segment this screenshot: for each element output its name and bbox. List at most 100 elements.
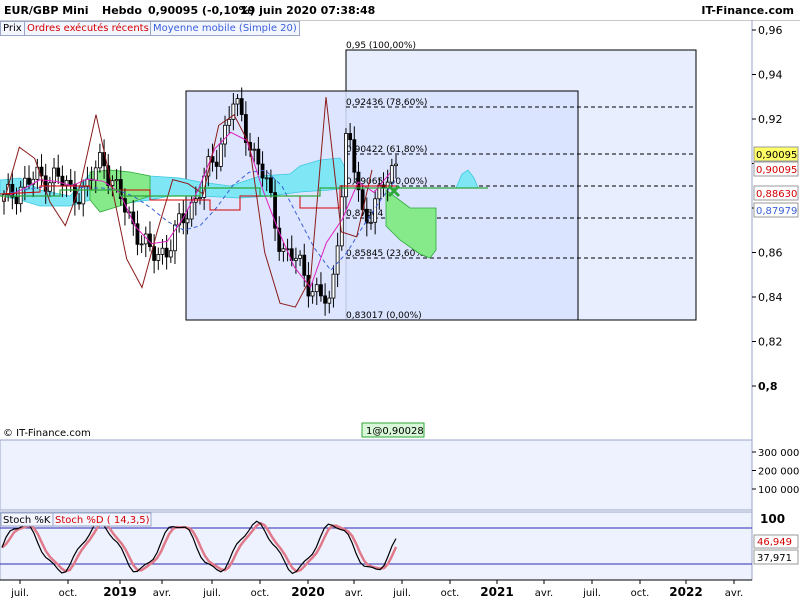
candle-body — [268, 177, 273, 193]
time-axis-label: avr. — [345, 588, 363, 599]
time-axis: juil. oct. 2019 avr. juil. oct. 2020 avr. juil. o… — [0, 579, 752, 599]
candle-body — [47, 182, 52, 192]
candle-body — [10, 183, 15, 198]
candle-body — [93, 167, 98, 181]
chart-canvas[interactable]: 0,95 (100,00%) 0,92436 (78,60%) 0,90422 (6… — [0, 0, 800, 600]
time-axis-label: oct. — [59, 588, 78, 599]
time-axis-label: avr. — [153, 588, 171, 599]
candle-body — [344, 133, 348, 198]
candle-body — [323, 295, 328, 304]
price-axis-label: 0,92 — [758, 113, 783, 126]
candle-body — [52, 167, 56, 184]
candle-body — [389, 165, 394, 183]
candle-body — [60, 175, 65, 186]
candle-body — [198, 197, 202, 200]
time-axis-label: juil. — [202, 588, 221, 599]
price-badge: 0,88630 — [756, 189, 797, 200]
candle-body — [152, 246, 157, 261]
price-axis-label: 0,96 — [758, 24, 783, 37]
candle-body — [264, 177, 269, 180]
watermark: © IT-Finance.com — [3, 428, 91, 439]
candle-body — [327, 297, 332, 304]
time-axis-label: 2020 — [291, 585, 324, 599]
price-badge: 0,87979 — [756, 206, 797, 217]
candle-body — [331, 273, 336, 299]
volume-axis-label: 200 000 — [758, 467, 799, 478]
candle-body — [369, 221, 373, 224]
fibonacci-level-label: 0,90422 (61,80%) — [346, 145, 427, 155]
stoch-d-legend[interactable]: Stoch %D ( 14,3,5) — [55, 515, 150, 526]
candle-body — [281, 248, 286, 252]
candle-body — [27, 177, 31, 185]
candle-body — [156, 254, 161, 261]
price-badges: 0,90095 0,90095 0,88630 0,87979 — [753, 146, 799, 218]
candle-body — [98, 152, 102, 169]
time-axis-label: avr. — [725, 588, 743, 599]
candle-body — [239, 98, 244, 115]
price-badge: 0,90095 — [756, 165, 797, 176]
candle-body — [364, 208, 369, 224]
fibonacci-level-label: 0,83017 (0,00%) — [346, 311, 422, 321]
volume-panel — [0, 439, 753, 511]
candle-body — [252, 148, 257, 151]
time-axis-label: juil. — [392, 588, 411, 599]
candle-body — [218, 143, 223, 167]
volume-axis-label: 100 000 — [758, 485, 799, 496]
candle-body — [314, 284, 319, 293]
candle-body — [335, 245, 340, 275]
candle-body — [185, 218, 190, 224]
candle-body — [22, 177, 27, 188]
candle-body — [139, 243, 144, 246]
candle-body — [14, 196, 19, 205]
price-axis-label: 0,8 — [758, 380, 778, 393]
price-axis-label: 0,94 — [758, 69, 783, 82]
candle-body — [135, 223, 140, 245]
candle-body — [77, 201, 81, 205]
volume-axis: 300 000 200 000 100 000 — [752, 448, 799, 496]
time-axis-label: 2019 — [103, 585, 136, 599]
candle-body — [256, 148, 261, 165]
time-axis-label: 2022 — [669, 585, 702, 599]
candle-body — [214, 161, 219, 167]
candle-body — [294, 257, 298, 261]
price-axis-label: 0,82 — [758, 336, 783, 349]
time-axis-label: juil. — [10, 588, 29, 599]
price-axis-label: 0,86 — [758, 247, 783, 260]
candle-body — [160, 247, 165, 255]
stoch-k-legend[interactable]: Stoch %K — [3, 515, 51, 526]
time-axis-label: 2021 — [480, 585, 513, 599]
candle-body — [310, 291, 315, 297]
stoch-d-value: 46,949 — [757, 537, 792, 548]
time-axis-label: oct. — [631, 588, 650, 599]
candle-body — [348, 133, 353, 141]
candle-body — [352, 139, 357, 173]
stoch-k-value: 37,971 — [757, 553, 792, 564]
candle-body — [235, 98, 240, 105]
candle-body — [114, 179, 119, 182]
candle-body — [356, 171, 361, 191]
candle-body — [168, 250, 173, 258]
candle-body — [81, 185, 86, 205]
stoch-axis-top: 100 — [760, 512, 785, 526]
time-axis-label: oct. — [441, 588, 460, 599]
fibonacci-level-label: 0,95 (100,00%) — [346, 41, 416, 51]
candle-body — [56, 167, 61, 177]
candle-body — [164, 247, 169, 258]
candle-body — [85, 178, 90, 187]
candle-body — [68, 179, 73, 185]
candle-body — [231, 103, 236, 120]
candle-body — [223, 124, 227, 145]
candle-body — [227, 118, 232, 126]
time-axis-label: oct. — [251, 588, 270, 599]
fibonacci-level-label: 0,92436 (78,60%) — [346, 98, 427, 108]
candle-body — [319, 284, 323, 297]
candle-body — [302, 254, 307, 276]
candle-body — [394, 163, 398, 167]
cursor-label: 1@0,90028 — [366, 426, 424, 437]
volume-axis-label: 300 000 — [758, 448, 799, 459]
candle-body — [148, 233, 152, 248]
time-axis-label: avr. — [535, 588, 553, 599]
price-badge: 0,90095 — [756, 150, 797, 161]
time-axis-label: juil. — [582, 588, 601, 599]
price-axis-label: 0,84 — [758, 291, 783, 304]
